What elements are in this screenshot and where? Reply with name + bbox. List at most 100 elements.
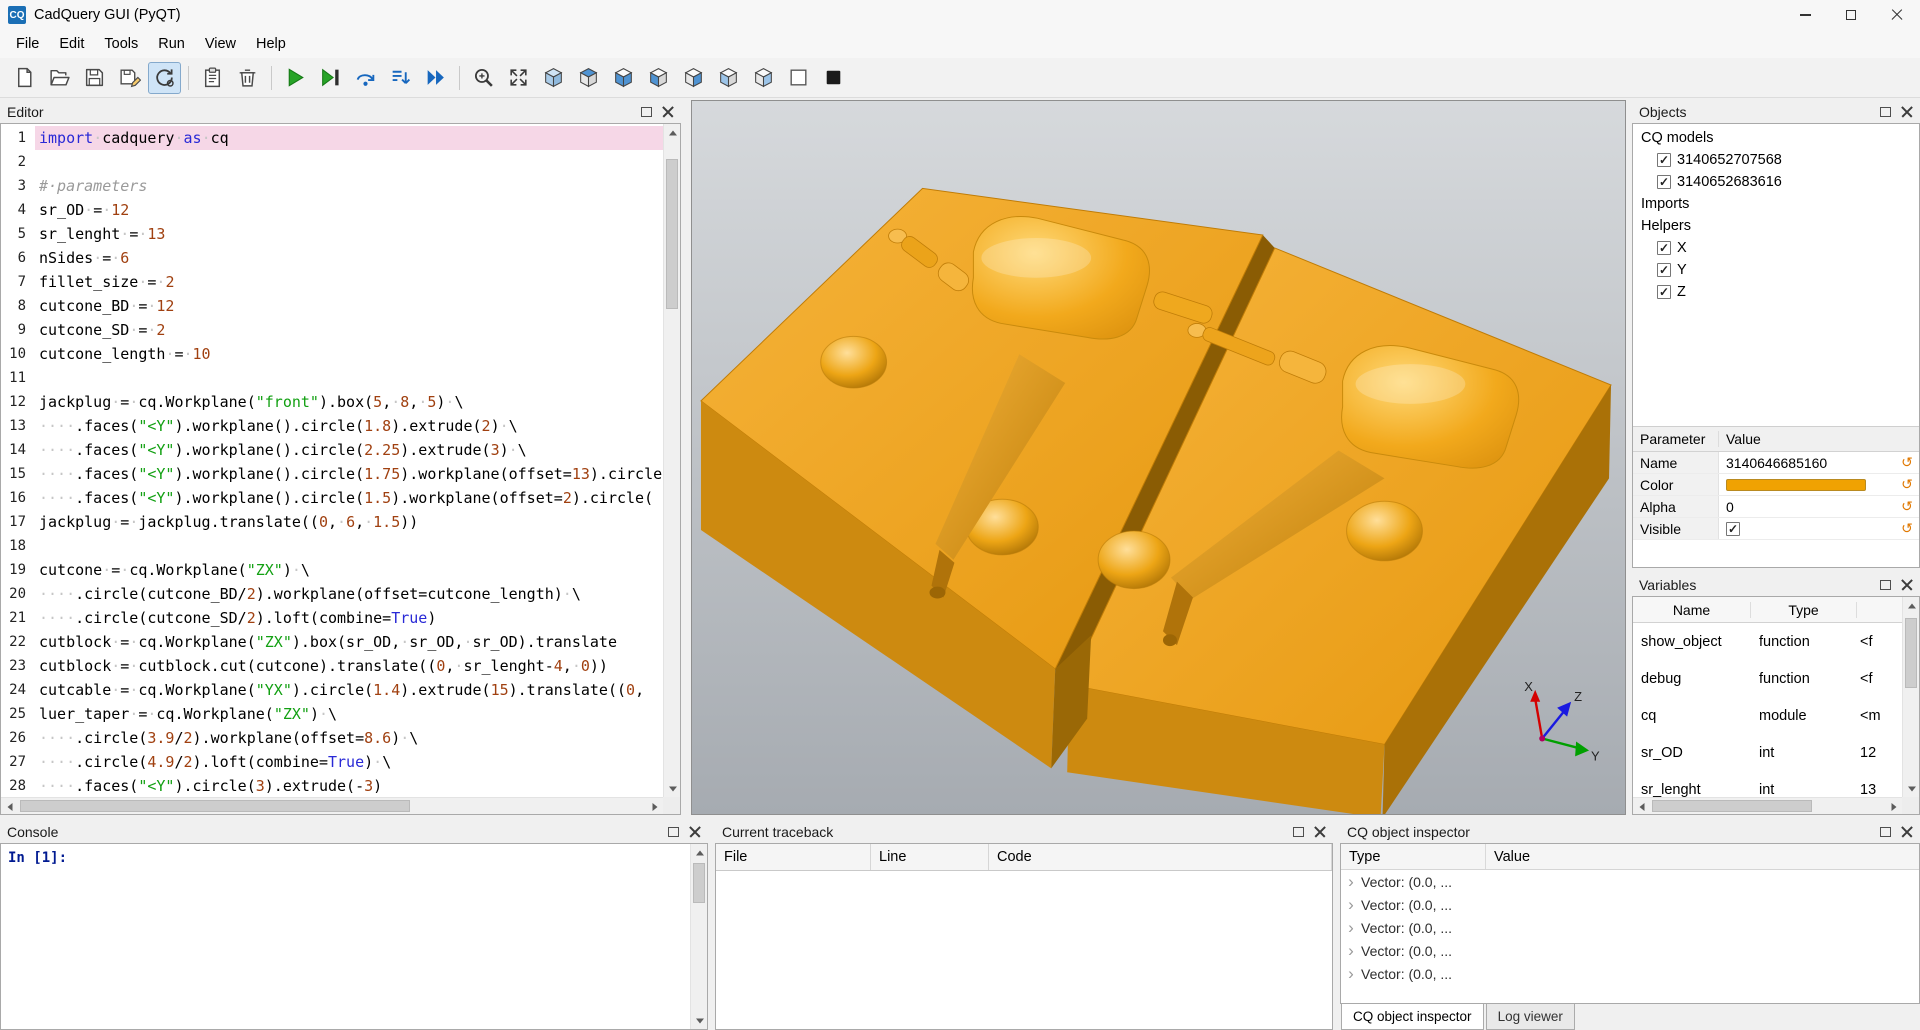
iso-view-button[interactable] [537, 62, 570, 94]
reset-icon[interactable]: ↺ [1895, 476, 1919, 493]
save-button[interactable] [78, 62, 111, 94]
traceback-header-file[interactable]: File [716, 844, 871, 870]
viewport-3d[interactable]: X Z Y [691, 100, 1626, 815]
close-panel-icon[interactable] [1901, 826, 1913, 838]
property-value[interactable]: 0 [1719, 499, 1895, 515]
continue-button[interactable] [419, 62, 452, 94]
inspector-row[interactable]: ›Vector: (0.0, ... [1341, 962, 1919, 985]
float-panel-icon[interactable] [1880, 827, 1891, 837]
inspector-row[interactable]: ›Vector: (0.0, ... [1341, 893, 1919, 916]
code-line[interactable]: 13····.faces("<Y").workplane().circle(1.… [1, 414, 663, 438]
tree-item[interactable]: CQ models [1633, 127, 1919, 149]
cad-scene[interactable]: X Z Y [692, 101, 1625, 814]
front-view-button[interactable] [642, 62, 675, 94]
editor-horizontal-scrollbar[interactable] [1, 797, 663, 814]
code-line[interactable]: 7fillet_size·=·2 [1, 270, 663, 294]
search-button[interactable] [467, 62, 500, 94]
step-next-button[interactable] [384, 62, 417, 94]
code-line[interactable]: 11 [1, 366, 663, 390]
code-line[interactable]: 24cutcable·=·cq.Workplane("YX").circle(1… [1, 678, 663, 702]
scroll-up-icon[interactable] [691, 844, 708, 861]
tree-item[interactable]: Y [1633, 259, 1919, 281]
scroll-thumb[interactable] [20, 800, 410, 812]
code-line[interactable]: 25luer_taper·=·cq.Workplane("ZX")·\ [1, 702, 663, 726]
code-line[interactable]: 18 [1, 534, 663, 558]
scroll-down-icon[interactable] [664, 780, 681, 797]
clipboard-button[interactable] [196, 62, 229, 94]
console-prompt[interactable]: In [1]: [1, 844, 690, 1029]
inspector-row[interactable]: ›Vector: (0.0, ... [1341, 916, 1919, 939]
tree-item[interactable]: Z [1633, 281, 1919, 303]
float-panel-icon[interactable] [1880, 580, 1891, 590]
inspector-row[interactable]: ›Vector: (0.0, ... [1341, 939, 1919, 962]
menu-view[interactable]: View [195, 32, 246, 56]
expand-icon[interactable]: › [1341, 965, 1361, 982]
wireframe-toggle-button[interactable] [782, 62, 815, 94]
tab-cq-object-inspector[interactable]: CQ object inspector [1341, 1004, 1484, 1030]
code-line[interactable]: 12jackplug·=·cq.Workplane("front").box(5… [1, 390, 663, 414]
code-line[interactable]: 14····.faces("<Y").workplane().circle(2.… [1, 438, 663, 462]
expand-icon[interactable]: › [1341, 942, 1361, 959]
fit-view-button[interactable] [502, 62, 535, 94]
float-panel-icon[interactable] [641, 107, 652, 117]
scroll-thumb[interactable] [1905, 618, 1917, 688]
tree-item[interactable]: X [1633, 237, 1919, 259]
code-line[interactable]: 6nSides·=·6 [1, 246, 663, 270]
scroll-up-icon[interactable] [664, 124, 681, 141]
code-line[interactable]: 22cutblock·=·cq.Workplane("ZX").box(sr_O… [1, 630, 663, 654]
property-value[interactable] [1719, 479, 1895, 491]
expand-icon[interactable]: › [1341, 896, 1361, 913]
property-value[interactable]: 3140646685160 [1719, 455, 1895, 471]
close-window-button[interactable] [1874, 0, 1920, 30]
code-line[interactable]: 3#·parameters [1, 174, 663, 198]
code-line[interactable]: 17jackplug·=·jackplug.translate((0,·6,·1… [1, 510, 663, 534]
menu-edit[interactable]: Edit [49, 32, 94, 56]
close-panel-icon[interactable] [662, 106, 674, 118]
delete-button[interactable] [231, 62, 264, 94]
checkbox[interactable] [1657, 263, 1671, 277]
autoreload-toggle-button[interactable] [148, 62, 181, 94]
scroll-right-icon[interactable] [646, 798, 663, 815]
tree-item[interactable]: Helpers [1633, 215, 1919, 237]
close-panel-icon[interactable] [689, 826, 701, 838]
scroll-left-icon[interactable] [1633, 798, 1650, 815]
scroll-thumb[interactable] [1652, 800, 1812, 812]
menu-file[interactable]: File [6, 32, 49, 56]
variable-row[interactable]: debugfunction<f [1633, 660, 1902, 697]
minimize-button[interactable] [1782, 0, 1828, 30]
close-panel-icon[interactable] [1901, 579, 1913, 591]
inspector-row[interactable]: ›Vector: (0.0, ... [1341, 870, 1919, 893]
checkbox[interactable] [1657, 175, 1671, 189]
tree-item[interactable]: 3140652707568 [1633, 149, 1919, 171]
menu-tools[interactable]: Tools [94, 32, 148, 56]
save-as-button[interactable] [113, 62, 146, 94]
scroll-up-icon[interactable] [1903, 597, 1920, 614]
code-line[interactable]: 9cutcone_SD·=·2 [1, 318, 663, 342]
menu-run[interactable]: Run [148, 32, 195, 56]
console-vertical-scrollbar[interactable] [690, 844, 707, 1029]
code-line[interactable]: 16····.faces("<Y").workplane().circle(1.… [1, 486, 663, 510]
traceback-header-code[interactable]: Code [989, 844, 1332, 870]
code-line[interactable]: 1import·cadquery·as·cq [1, 126, 663, 150]
scroll-down-icon[interactable] [691, 1012, 708, 1029]
menu-help[interactable]: Help [246, 32, 296, 56]
close-panel-icon[interactable] [1901, 106, 1913, 118]
code-line[interactable]: 5sr_lenght·=·13 [1, 222, 663, 246]
code-line[interactable]: 15····.faces("<Y").workplane().circle(1.… [1, 462, 663, 486]
expand-icon[interactable]: › [1341, 873, 1361, 890]
tree-item[interactable]: 3140652683616 [1633, 171, 1919, 193]
new-file-button[interactable] [8, 62, 41, 94]
left-view-button[interactable] [712, 62, 745, 94]
float-panel-icon[interactable] [668, 827, 679, 837]
open-file-button[interactable] [43, 62, 76, 94]
bottom-view-button[interactable] [607, 62, 640, 94]
scroll-thumb[interactable] [666, 159, 678, 309]
top-view-button[interactable] [572, 62, 605, 94]
color-swatch[interactable] [1726, 479, 1866, 491]
scroll-left-icon[interactable] [1, 798, 18, 815]
code-line[interactable]: 21····.circle(cutcone_SD/2).loft(combine… [1, 606, 663, 630]
variables-vertical-scrollbar[interactable] [1902, 597, 1919, 797]
property-value[interactable] [1719, 522, 1895, 536]
variables-horizontal-scrollbar[interactable] [1633, 797, 1902, 814]
right-view-button[interactable] [747, 62, 780, 94]
